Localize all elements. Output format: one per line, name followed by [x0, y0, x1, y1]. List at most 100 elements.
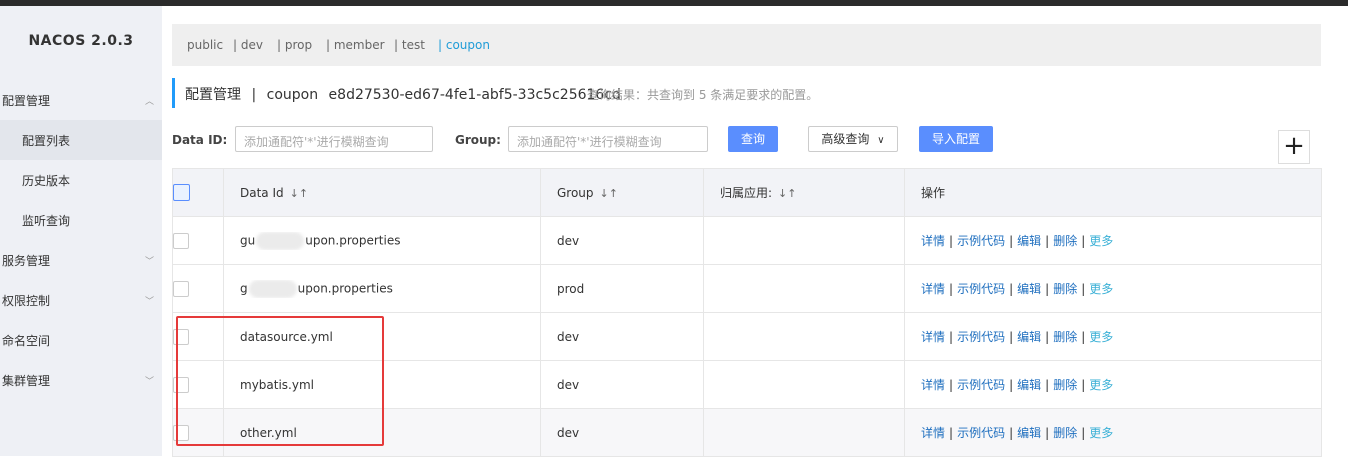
header-dataid[interactable]: Data Id ↓↑ — [223, 168, 541, 217]
detail-link[interactable]: 详情 — [921, 330, 945, 344]
delete-link[interactable]: 删除 — [1053, 282, 1077, 296]
advanced-query-button[interactable]: 高级查询 ∨ — [808, 126, 898, 152]
sidebar-item-label: 配置管理 — [2, 94, 51, 108]
ops-cell: 详情 | 示例代码 | 编辑 | 删除 | 更多 — [904, 264, 1322, 313]
sidebar: NACOS 2.0.3 配置管理 ︿ 配置列表 历史版本 监听查询 服务管理 ﹀… — [0, 6, 162, 456]
namespace-prop[interactable]: | prop — [277, 38, 312, 52]
dataid-filter-label: Data ID: — [172, 133, 228, 147]
group-cell: dev — [540, 408, 704, 457]
header-ops: 操作 — [904, 168, 1322, 217]
dataid-cell: mybatis.yml — [223, 360, 541, 409]
chevron-down-icon: ∨ — [877, 135, 885, 146]
sidebar-item-service-management[interactable]: 服务管理 ﹀ — [0, 240, 162, 280]
row-checkbox[interactable] — [173, 424, 189, 441]
sidebar-item-listener-query[interactable]: 监听查询 — [0, 200, 162, 240]
sample-code-link[interactable]: 示例代码 — [957, 234, 1005, 248]
table-row: other.yml dev 详情 | 示例代码 | 编辑 | 删除 | 更多 — [172, 408, 1322, 457]
more-link[interactable]: 更多 — [1089, 378, 1113, 392]
advanced-query-label: 高级查询 — [821, 132, 870, 146]
sidebar-item-config-list[interactable]: 配置列表 — [0, 120, 162, 160]
add-config-button[interactable]: + — [1278, 130, 1310, 164]
edit-link[interactable]: 编辑 — [1017, 426, 1041, 440]
sort-icon[interactable]: ↓↑ — [778, 187, 796, 200]
header-group[interactable]: Group ↓↑ — [540, 168, 704, 217]
sort-icon[interactable]: ↓↑ — [290, 187, 308, 200]
more-link[interactable]: 更多 — [1089, 426, 1113, 440]
sort-icon[interactable]: ↓↑ — [600, 187, 618, 200]
namespace-id: e8d27530-ed67-4fe1-abf5-33c5c25616cd — [328, 87, 621, 103]
redaction-blur — [248, 279, 297, 298]
more-link[interactable]: 更多 — [1089, 330, 1113, 344]
namespace-test[interactable]: | test — [394, 38, 425, 52]
edit-link[interactable]: 编辑 — [1017, 330, 1041, 344]
row-checkbox[interactable] — [173, 376, 189, 393]
header-group-label: Group — [557, 185, 594, 200]
row-checkbox-cell — [172, 408, 224, 457]
namespace-dev[interactable]: | dev — [233, 38, 263, 52]
detail-link[interactable]: 详情 — [921, 282, 945, 296]
app-cell — [703, 216, 905, 265]
config-table: Data Id ↓↑ Group ↓↑ 归属应用: ↓↑ 操作 gu upon.prop… — [172, 168, 1322, 457]
brand-logo: NACOS 2.0.3 — [28, 33, 134, 49]
sidebar-item-label: 配置列表 — [22, 134, 71, 148]
delete-link[interactable]: 删除 — [1053, 234, 1077, 248]
ops-cell: 详情 | 示例代码 | 编辑 | 删除 | 更多 — [904, 312, 1322, 361]
query-result-hint: 查询结果：共查询到 5 条满足要求的配置。 — [587, 88, 819, 102]
sidebar-item-namespace[interactable]: 命名空间 — [0, 320, 162, 360]
row-checkbox-cell — [172, 360, 224, 409]
delete-link[interactable]: 删除 — [1053, 426, 1077, 440]
group-cell: prod — [540, 264, 704, 313]
ops-cell: 详情 | 示例代码 | 编辑 | 删除 | 更多 — [904, 360, 1322, 409]
sidebar-item-permission-control[interactable]: 权限控制 ﹀ — [0, 280, 162, 320]
edit-link[interactable]: 编辑 — [1017, 234, 1041, 248]
page-title-row: 配置管理 | coupon e8d27530-ed67-4fe1-abf5-33… — [172, 78, 1321, 108]
sidebar-item-label: 历史版本 — [22, 174, 71, 188]
dataid-search-input[interactable]: 添加通配符'*'进行模糊查询 — [235, 126, 433, 152]
app-cell — [703, 312, 905, 361]
delete-link[interactable]: 删除 — [1053, 330, 1077, 344]
ops-cell: 详情 | 示例代码 | 编辑 | 删除 | 更多 — [904, 216, 1322, 265]
more-link[interactable]: 更多 — [1089, 234, 1113, 248]
sample-code-link[interactable]: 示例代码 — [957, 330, 1005, 344]
group-search-input[interactable]: 添加通配符'*'进行模糊查询 — [508, 126, 708, 152]
select-all-checkbox[interactable] — [173, 184, 190, 201]
select-all-cell — [172, 168, 224, 217]
redaction-blur — [256, 231, 305, 250]
detail-link[interactable]: 详情 — [921, 426, 945, 440]
sample-code-link[interactable]: 示例代码 — [957, 378, 1005, 392]
group-filter-label: Group: — [455, 133, 501, 147]
chevron-up-icon: ︿ — [144, 97, 154, 107]
group-cell: dev — [540, 360, 704, 409]
row-checkbox[interactable] — [173, 280, 189, 297]
detail-link[interactable]: 详情 — [921, 234, 945, 248]
table-header-row: Data Id ↓↑ Group ↓↑ 归属应用: ↓↑ 操作 — [172, 168, 1322, 217]
row-checkbox[interactable] — [173, 232, 189, 249]
namespace-coupon[interactable]: | coupon — [438, 38, 490, 52]
app-cell — [703, 360, 905, 409]
plus-icon: + — [1283, 131, 1305, 161]
sidebar-item-history-versions[interactable]: 历史版本 — [0, 160, 162, 200]
header-app[interactable]: 归属应用: ↓↑ — [703, 168, 905, 217]
import-config-button[interactable]: 导入配置 — [919, 126, 993, 152]
sample-code-link[interactable]: 示例代码 — [957, 426, 1005, 440]
detail-link[interactable]: 详情 — [921, 378, 945, 392]
namespace-member[interactable]: | member — [326, 38, 385, 52]
namespace-name: coupon — [266, 87, 319, 103]
edit-link[interactable]: 编辑 — [1017, 282, 1041, 296]
table-row: g upon.properties prod 详情 | 示例代码 | 编辑 | 删除 | 更多 — [172, 264, 1322, 313]
sidebar-item-config-management[interactable]: 配置管理 ︿ — [0, 80, 162, 120]
main-content: public | dev | prop | member | test | co… — [172, 6, 1322, 457]
namespace-public[interactable]: public — [187, 38, 223, 52]
more-link[interactable]: 更多 — [1089, 282, 1113, 296]
row-checkbox-cell — [172, 312, 224, 361]
table-row: mybatis.yml dev 详情 | 示例代码 | 编辑 | 删除 | 更多 — [172, 360, 1322, 409]
query-button[interactable]: 查询 — [728, 126, 778, 152]
sidebar-item-label: 权限控制 — [2, 294, 51, 308]
sample-code-link[interactable]: 示例代码 — [957, 282, 1005, 296]
row-checkbox[interactable] — [173, 328, 189, 345]
dataid-cell: datasource.yml — [223, 312, 541, 361]
delete-link[interactable]: 删除 — [1053, 378, 1077, 392]
chevron-down-icon: ﹀ — [144, 377, 154, 387]
edit-link[interactable]: 编辑 — [1017, 378, 1041, 392]
sidebar-item-cluster-management[interactable]: 集群管理 ﹀ — [0, 360, 162, 400]
